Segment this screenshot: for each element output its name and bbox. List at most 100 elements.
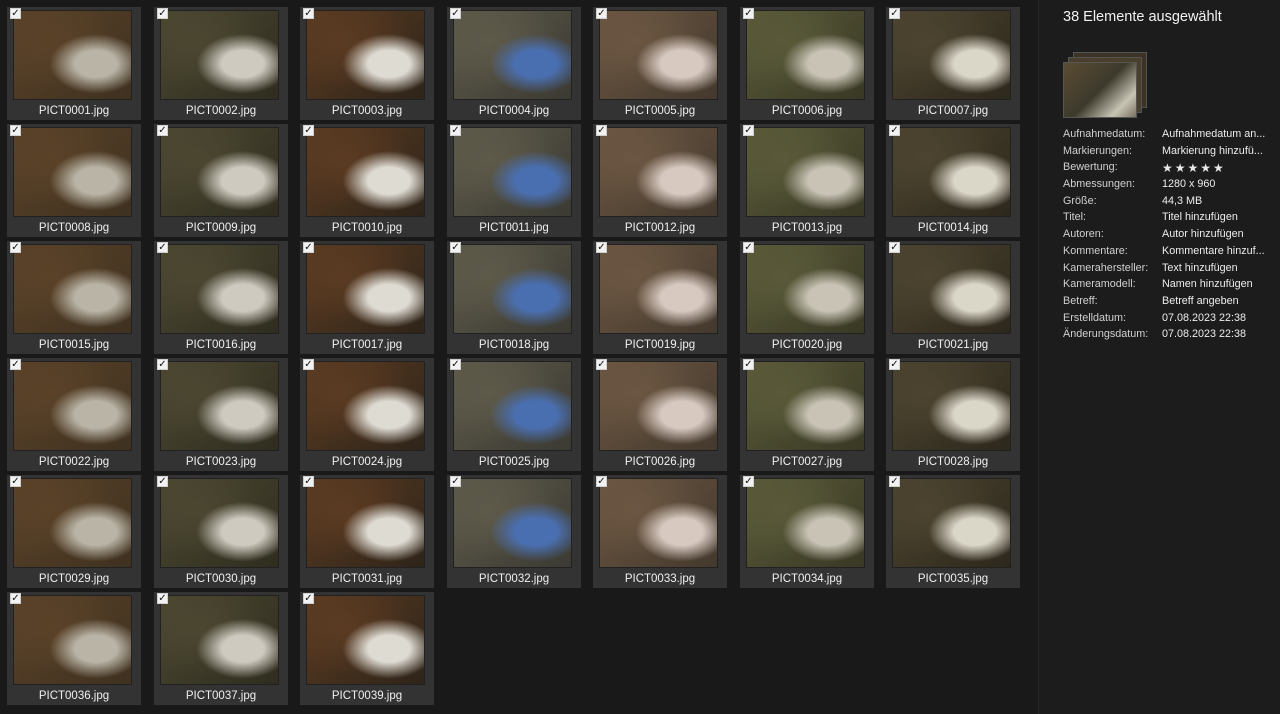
selection-checkbox[interactable]: ✓: [743, 476, 754, 487]
file-tile[interactable]: ✓ PICT0028.jpg: [886, 358, 1020, 471]
file-tile[interactable]: ✓ PICT0005.jpg: [593, 7, 727, 120]
photo-thumbnail[interactable]: [747, 479, 864, 567]
selection-checkbox[interactable]: ✓: [303, 242, 314, 253]
selection-checkbox[interactable]: ✓: [303, 359, 314, 370]
file-tile[interactable]: ✓ PICT0001.jpg: [7, 7, 141, 120]
photo-thumbnail[interactable]: [14, 11, 131, 99]
selection-checkbox[interactable]: ✓: [10, 593, 21, 604]
file-tile[interactable]: ✓ PICT0006.jpg: [740, 7, 874, 120]
photo-thumbnail[interactable]: [307, 11, 424, 99]
selection-checkbox[interactable]: ✓: [596, 476, 607, 487]
photo-thumbnail[interactable]: [893, 245, 1010, 333]
file-tile[interactable]: ✓ PICT0004.jpg: [447, 7, 581, 120]
file-tile[interactable]: ✓ PICT0018.jpg: [447, 241, 581, 354]
selection-checkbox[interactable]: ✓: [157, 8, 168, 19]
selection-checkbox[interactable]: ✓: [303, 8, 314, 19]
selection-checkbox[interactable]: ✓: [743, 125, 754, 136]
photo-thumbnail[interactable]: [600, 245, 717, 333]
photo-thumbnail[interactable]: [747, 362, 864, 450]
file-tile[interactable]: ✓ PICT0019.jpg: [593, 241, 727, 354]
property-value[interactable]: Autor hinzufügen: [1162, 228, 1274, 240]
photo-thumbnail[interactable]: [14, 245, 131, 333]
file-tile[interactable]: ✓ PICT0024.jpg: [300, 358, 434, 471]
selection-checkbox[interactable]: ✓: [157, 359, 168, 370]
property-value[interactable]: 44,3 MB: [1162, 195, 1274, 207]
rating-stars[interactable]: ★★★★★: [1162, 161, 1274, 175]
photo-thumbnail[interactable]: [14, 596, 131, 684]
property-value[interactable]: Betreff angeben: [1162, 295, 1274, 307]
selection-checkbox[interactable]: ✓: [303, 125, 314, 136]
photo-thumbnail[interactable]: [307, 128, 424, 216]
selection-checkbox[interactable]: ✓: [10, 359, 21, 370]
photo-thumbnail[interactable]: [747, 128, 864, 216]
selection-checkbox[interactable]: ✓: [743, 8, 754, 19]
selection-checkbox[interactable]: ✓: [450, 359, 461, 370]
file-tile[interactable]: ✓ PICT0013.jpg: [740, 124, 874, 237]
file-tile[interactable]: ✓ PICT0009.jpg: [154, 124, 288, 237]
selection-checkbox[interactable]: ✓: [10, 476, 21, 487]
property-value[interactable]: 07.08.2023 22:38: [1162, 328, 1274, 340]
file-tile[interactable]: ✓ PICT0010.jpg: [300, 124, 434, 237]
photo-thumbnail[interactable]: [161, 128, 278, 216]
selection-checkbox[interactable]: ✓: [450, 125, 461, 136]
selection-checkbox[interactable]: ✓: [596, 242, 607, 253]
selection-checkbox[interactable]: ✓: [743, 359, 754, 370]
file-tile[interactable]: ✓ PICT0039.jpg: [300, 592, 434, 705]
selection-checkbox[interactable]: ✓: [157, 125, 168, 136]
photo-thumbnail[interactable]: [161, 596, 278, 684]
photo-thumbnail[interactable]: [893, 479, 1010, 567]
property-value[interactable]: Text hinzufügen: [1162, 262, 1274, 274]
property-value[interactable]: 07.08.2023 22:38: [1162, 312, 1274, 324]
photo-thumbnail[interactable]: [14, 128, 131, 216]
file-tile[interactable]: ✓ PICT0003.jpg: [300, 7, 434, 120]
file-tile[interactable]: ✓ PICT0031.jpg: [300, 475, 434, 588]
selection-checkbox[interactable]: ✓: [889, 476, 900, 487]
selection-checkbox[interactable]: ✓: [10, 242, 21, 253]
photo-thumbnail[interactable]: [893, 128, 1010, 216]
selection-checkbox[interactable]: ✓: [743, 242, 754, 253]
photo-thumbnail[interactable]: [161, 362, 278, 450]
selection-checkbox[interactable]: ✓: [450, 476, 461, 487]
selection-checkbox[interactable]: ✓: [157, 476, 168, 487]
photo-thumbnail[interactable]: [600, 479, 717, 567]
selection-checkbox[interactable]: ✓: [10, 8, 21, 19]
photo-thumbnail[interactable]: [161, 11, 278, 99]
file-tile[interactable]: ✓ PICT0007.jpg: [886, 7, 1020, 120]
photo-thumbnail[interactable]: [161, 479, 278, 567]
photo-thumbnail[interactable]: [600, 362, 717, 450]
photo-thumbnail[interactable]: [747, 245, 864, 333]
property-value[interactable]: Titel hinzufügen: [1162, 211, 1274, 223]
photo-thumbnail[interactable]: [454, 479, 571, 567]
file-tile[interactable]: ✓ PICT0037.jpg: [154, 592, 288, 705]
selection-checkbox[interactable]: ✓: [303, 476, 314, 487]
selection-checkbox[interactable]: ✓: [889, 125, 900, 136]
file-tile[interactable]: ✓ PICT0014.jpg: [886, 124, 1020, 237]
file-tile[interactable]: ✓ PICT0033.jpg: [593, 475, 727, 588]
selection-checkbox[interactable]: ✓: [303, 593, 314, 604]
selection-checkbox[interactable]: ✓: [596, 125, 607, 136]
file-tile[interactable]: ✓ PICT0034.jpg: [740, 475, 874, 588]
photo-thumbnail[interactable]: [600, 128, 717, 216]
file-tile[interactable]: ✓ PICT0030.jpg: [154, 475, 288, 588]
selection-checkbox[interactable]: ✓: [889, 8, 900, 19]
photo-thumbnail[interactable]: [14, 479, 131, 567]
photo-thumbnail[interactable]: [454, 245, 571, 333]
file-tile[interactable]: ✓ PICT0025.jpg: [447, 358, 581, 471]
photo-thumbnail[interactable]: [307, 245, 424, 333]
photo-thumbnail[interactable]: [893, 362, 1010, 450]
selection-checkbox[interactable]: ✓: [889, 242, 900, 253]
file-tile[interactable]: ✓ PICT0016.jpg: [154, 241, 288, 354]
photo-thumbnail[interactable]: [307, 362, 424, 450]
photo-thumbnail[interactable]: [893, 11, 1010, 99]
file-tile[interactable]: ✓ PICT0011.jpg: [447, 124, 581, 237]
photo-thumbnail[interactable]: [454, 11, 571, 99]
selection-checkbox[interactable]: ✓: [157, 593, 168, 604]
file-tile[interactable]: ✓ PICT0026.jpg: [593, 358, 727, 471]
property-value[interactable]: Aufnahmedatum an...: [1162, 128, 1274, 140]
photo-thumbnail[interactable]: [600, 11, 717, 99]
property-value[interactable]: Namen hinzufügen: [1162, 278, 1274, 290]
file-tile[interactable]: ✓ PICT0032.jpg: [447, 475, 581, 588]
file-tile[interactable]: ✓ PICT0036.jpg: [7, 592, 141, 705]
file-tile[interactable]: ✓ PICT0020.jpg: [740, 241, 874, 354]
photo-thumbnail[interactable]: [161, 245, 278, 333]
